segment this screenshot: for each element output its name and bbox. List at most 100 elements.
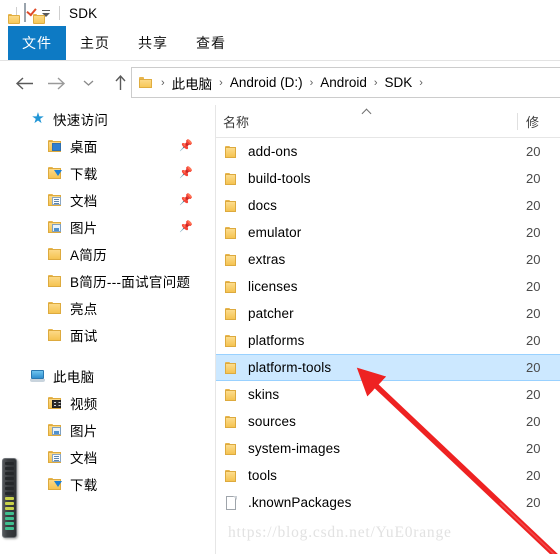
folder-icon (223, 252, 239, 268)
table-row[interactable]: .knownPackages 20 (216, 489, 560, 516)
folder-icon (223, 468, 239, 484)
sidebar-section-this-pc[interactable]: 此电脑 (0, 362, 215, 389)
forward-arrow-icon[interactable] (42, 69, 70, 97)
file-date: 20 (526, 495, 541, 510)
file-date: 20 (526, 360, 541, 375)
this-pc-icon (30, 368, 46, 384)
folder-icon (47, 246, 63, 262)
sidebar-item-documents-pc[interactable]: 文档 (0, 443, 215, 470)
file-date: 20 (526, 387, 541, 402)
sidebar-item-videos[interactable]: 视频 (0, 389, 215, 416)
sidebar-item-a-resume[interactable]: A简历 (0, 240, 215, 267)
sidebar-item-pictures-pc[interactable]: 图片 (0, 416, 215, 443)
up-arrow-icon[interactable] (106, 69, 134, 97)
folder-icon (223, 171, 239, 187)
folder-icon (223, 198, 239, 214)
breadcrumb[interactable]: › 此电脑 › Android (D:) › Android › SDK › (131, 67, 560, 98)
table-row[interactable]: platforms 20 (216, 327, 560, 354)
file-name: platforms (248, 333, 305, 348)
watermark-text: https://blog.csdn.net/YuE0range (228, 524, 452, 541)
address-bar: › 此电脑 › Android (D:) › Android › SDK › (0, 61, 560, 105)
pin-icon[interactable]: 📌 (179, 221, 193, 233)
table-row[interactable]: docs 20 (216, 192, 560, 219)
sidebar-item-downloads[interactable]: 下载 📌 (0, 159, 215, 186)
file-name: platform-tools (248, 360, 332, 375)
pin-icon[interactable]: 📌 (179, 194, 193, 206)
sidebar-item-downloads-pc[interactable]: 下载 (0, 470, 215, 497)
pictures-folder-icon (47, 422, 63, 438)
recent-locations-icon[interactable] (74, 69, 102, 97)
navigation-pane: ★ 快速访问 桌面 📌 下载 📌 文档 📌 图片 📌 A简历 B简历---面试官… (0, 105, 215, 554)
pin-icon[interactable]: 📌 (179, 140, 193, 152)
table-row[interactable]: extras 20 (216, 246, 560, 273)
table-row[interactable]: system-images 20 (216, 435, 560, 462)
tab-home[interactable]: 主页 (66, 26, 124, 60)
folder-icon (223, 414, 239, 430)
breadcrumb-separator: › (219, 76, 223, 89)
breadcrumb-item-this-pc[interactable]: 此电脑 (170, 73, 215, 93)
file-name: .knownPackages (248, 495, 352, 510)
sidebar-item-pictures[interactable]: 图片 📌 (0, 213, 215, 240)
sidebar-section-label: 此电脑 (53, 369, 95, 385)
table-row[interactable]: tools 20 (216, 462, 560, 489)
file-name: system-images (248, 441, 341, 456)
file-date: 20 (526, 333, 541, 348)
file-date: 20 (526, 225, 541, 240)
breadcrumb-folder-icon (139, 76, 153, 89)
taskbar-gauge-widget[interactable] (2, 458, 17, 538)
breadcrumb-item-android[interactable]: Android (318, 75, 369, 90)
file-icon (223, 495, 239, 511)
table-row[interactable]: build-tools 20 (216, 165, 560, 192)
folder-icon (223, 225, 239, 241)
tab-share[interactable]: 共享 (124, 26, 182, 60)
documents-folder-icon (47, 449, 63, 465)
sidebar-item-label: 图片 (70, 220, 98, 236)
tab-file[interactable]: 文件 (8, 26, 66, 60)
sidebar-item-desktop[interactable]: 桌面 📌 (0, 132, 215, 159)
sidebar-section-quick-access[interactable]: ★ 快速访问 (0, 105, 215, 132)
file-name: docs (248, 198, 277, 213)
column-header-date[interactable]: 修 (518, 112, 560, 131)
table-row[interactable]: skins 20 (216, 381, 560, 408)
folder-icon (47, 273, 63, 289)
file-name: emulator (248, 225, 302, 240)
file-date: 20 (526, 279, 541, 294)
properties-icon[interactable] (24, 3, 26, 22)
sidebar-item-label: A简历 (70, 247, 107, 263)
folder-icon (223, 144, 239, 160)
breadcrumb-item-android-d[interactable]: Android (D:) (228, 75, 305, 90)
table-row[interactable]: licenses 20 (216, 273, 560, 300)
table-row[interactable]: add-ons 20 (216, 138, 560, 165)
sidebar-item-label: 亮点 (70, 301, 98, 317)
sidebar-item-documents[interactable]: 文档 📌 (0, 186, 215, 213)
sort-ascending-icon (363, 108, 372, 114)
table-row[interactable]: patcher 20 (216, 300, 560, 327)
sidebar-item-label: B简历---面试官问题 (70, 274, 191, 290)
column-header-name[interactable]: 名称 (216, 105, 517, 137)
sidebar-item-label: 桌面 (70, 139, 98, 155)
pin-icon[interactable]: 📌 (179, 167, 193, 179)
table-row[interactable]: emulator 20 (216, 219, 560, 246)
content-area: ★ 快速访问 桌面 📌 下载 📌 文档 📌 图片 📌 A简历 B简历---面试官… (0, 105, 560, 554)
tab-view[interactable]: 查看 (182, 26, 240, 60)
sidebar-item-label: 文档 (70, 193, 98, 209)
back-arrow-icon[interactable] (10, 69, 38, 97)
file-date: 20 (526, 468, 541, 483)
sidebar-section-label: 快速访问 (53, 112, 109, 128)
title-bar: SDK (0, 0, 560, 26)
sidebar-item-label: 下载 (70, 477, 98, 493)
sidebar-item-b-resume[interactable]: B简历---面试官问题 (0, 267, 215, 294)
folder-icon (223, 441, 239, 457)
sidebar-item-highlights[interactable]: 亮点 (0, 294, 215, 321)
folder-icon (223, 387, 239, 403)
sidebar-item-interview[interactable]: 面试 (0, 321, 215, 348)
breadcrumb-item-sdk[interactable]: SDK (383, 75, 415, 90)
folder-icon (47, 300, 63, 316)
breadcrumb-separator: › (373, 76, 378, 89)
table-row-selected[interactable]: platform-tools 20 (216, 354, 560, 381)
ribbon-tab-bar: 文件 主页 共享 查看 (0, 26, 560, 60)
file-explorer-window: SDK 文件 主页 共享 查看 › 此电脑 › Android (D:) › A… (0, 0, 560, 554)
file-date: 20 (526, 441, 541, 456)
table-row[interactable]: sources 20 (216, 408, 560, 435)
